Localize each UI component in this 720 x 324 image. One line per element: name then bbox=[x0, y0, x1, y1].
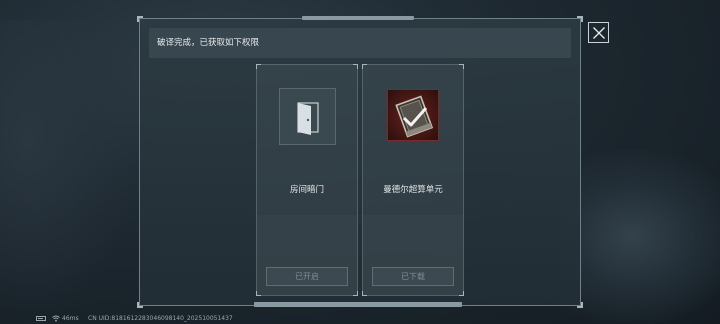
close-button[interactable] bbox=[588, 22, 609, 43]
reward-icon-frame bbox=[387, 89, 439, 141]
reward-card-supercomputer-unit: 曼德尔超算单元 已下载 bbox=[362, 64, 464, 296]
card-corner bbox=[362, 64, 367, 69]
close-icon bbox=[593, 27, 605, 39]
ping-text: 46ms bbox=[62, 315, 79, 322]
reward-icon-frame bbox=[279, 88, 336, 145]
card-corner bbox=[459, 64, 464, 69]
panel-corner-bottom-left bbox=[137, 302, 143, 308]
reward-label: 房间暗门 bbox=[289, 185, 324, 195]
panel-top-notch bbox=[302, 16, 414, 20]
card-corner bbox=[256, 64, 261, 69]
downloaded-button[interactable]: 已下载 bbox=[372, 267, 454, 286]
dialog-header-text: 破译完成，已获取如下权限 bbox=[157, 38, 260, 48]
battery-icon bbox=[36, 316, 46, 321]
reward-dialog-panel bbox=[139, 18, 581, 306]
panel-corner-top-right bbox=[577, 16, 583, 22]
background-terrain-left bbox=[0, 20, 140, 320]
panel-bottom-notch bbox=[254, 302, 462, 307]
reward-label: 曼德尔超算单元 bbox=[383, 185, 443, 195]
data-module-icon bbox=[395, 95, 434, 138]
wifi-icon bbox=[52, 315, 60, 322]
reward-card-hidden-door: 房间暗门 已开启 bbox=[256, 64, 358, 296]
panel-corner-top-left bbox=[137, 16, 143, 22]
card-corner bbox=[353, 64, 358, 69]
opened-button[interactable]: 已开启 bbox=[266, 267, 348, 286]
background-terrain-right bbox=[560, 150, 720, 324]
door-icon bbox=[297, 102, 319, 135]
status-bar: 46ms CN UID:8181612283046098140_20251005… bbox=[36, 314, 336, 324]
uid-text: CN UID:8181612283046098140_202510051437 bbox=[88, 315, 233, 322]
panel-corner-bottom-right bbox=[577, 302, 583, 308]
